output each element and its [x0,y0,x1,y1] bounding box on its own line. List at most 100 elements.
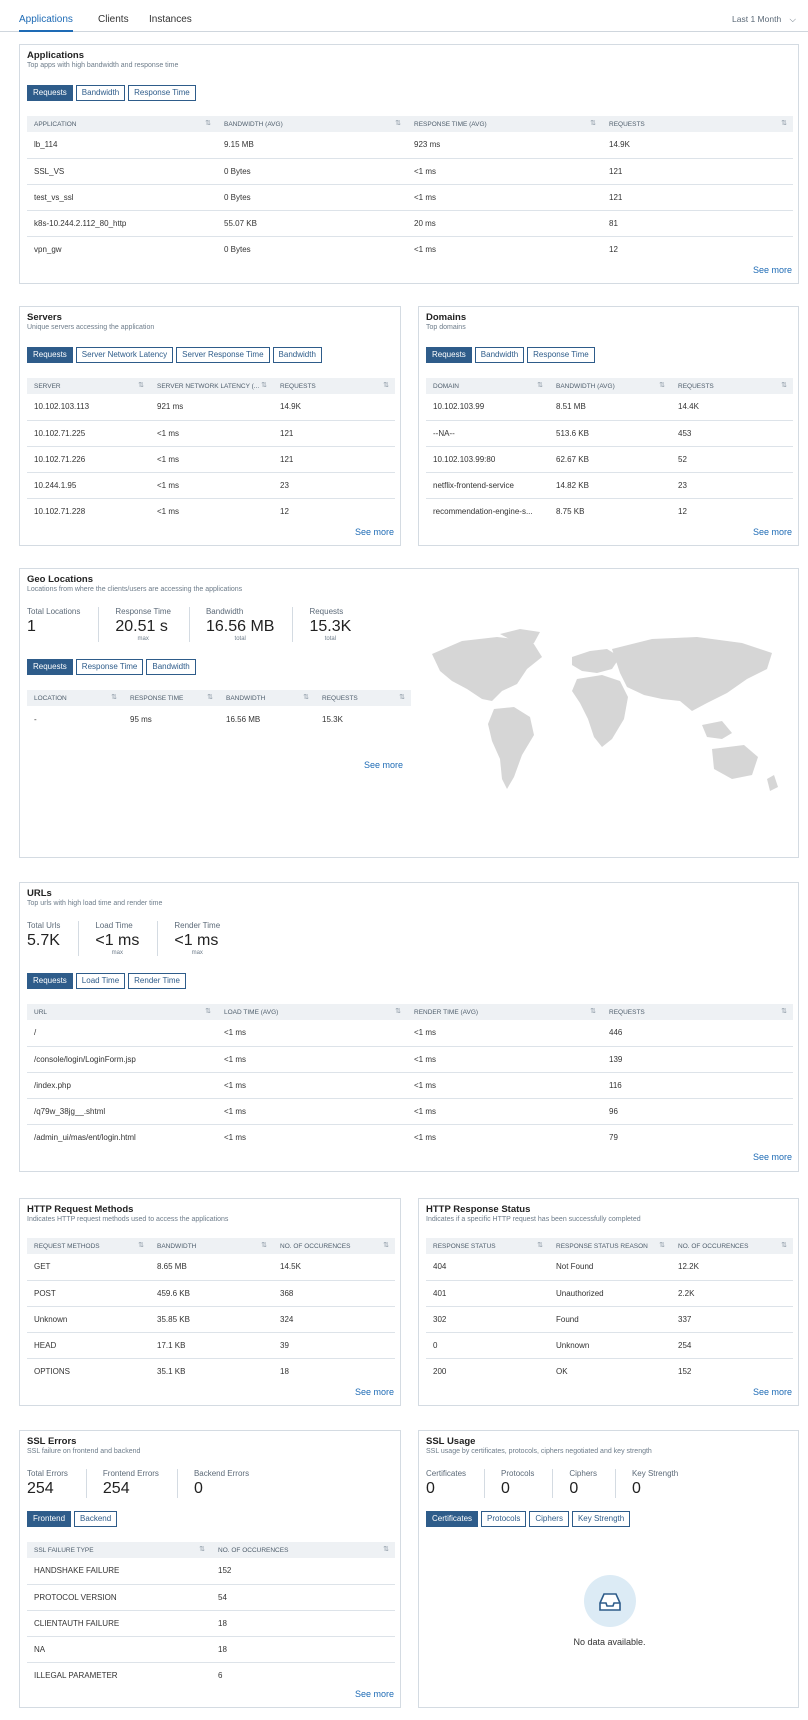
column-header-requests[interactable]: REQUESTS [602,116,793,132]
column-header-no-of-occurences[interactable]: NO. OF OCCURENCES [211,1542,395,1558]
column-header-response-time[interactable]: RESPONSE TIME [123,690,219,706]
table-row[interactable]: 10.102.71.225 <1 ms 121 [27,420,395,447]
backend-button[interactable]: Backend [74,1511,118,1527]
table-row[interactable]: NA 18 [27,1636,395,1663]
column-header-render-time-avg[interactable]: RENDER TIME (AVG) [407,1004,602,1020]
table-row[interactable]: k8s-10.244.2.112_80_http 55.07 KB 20 ms 81 [27,210,793,237]
column-header-location[interactable]: LOCATION [27,690,123,706]
column-header-bandwidth-avg[interactable]: BANDWIDTH (AVG) [549,378,671,394]
see-more-link[interactable]: See more [355,527,394,537]
column-header-url[interactable]: URL [27,1004,217,1020]
column-header-application[interactable]: APPLICATION [27,116,217,132]
see-more-link[interactable]: See more [364,760,403,770]
ciphers-button[interactable]: Ciphers [529,1511,569,1527]
table-row[interactable]: /q79w_38jg__.shtml <1 ms <1 ms 96 [27,1098,793,1125]
table-row[interactable]: /index.php <1 ms <1 ms 116 [27,1072,793,1099]
table-row[interactable]: lb_114 9.15 MB 923 ms 14.9K [27,132,793,159]
table-row[interactable]: 302 Found 337 [426,1306,793,1333]
table-row[interactable]: HEAD 17.1 KB 39 [27,1332,395,1359]
column-header-requests[interactable]: REQUESTS [273,378,395,394]
server-response-time-button[interactable]: Server Response Time [176,347,270,363]
table-row[interactable]: test_vs_ssl 0 Bytes <1 ms 121 [27,184,793,211]
key-strength-button[interactable]: Key Strength [571,1511,631,1527]
render-time-button[interactable]: Render Time [128,973,186,989]
table-row[interactable]: 10.102.71.226 <1 ms 121 [27,446,395,473]
column-header-request-methods[interactable]: REQUEST METHODS [27,1238,150,1254]
see-more-link[interactable]: See more [753,265,792,275]
column-header-bandwidth[interactable]: BANDWIDTH [219,690,315,706]
table-row[interactable]: /admin_ui/mas/ent/login.html <1 ms <1 ms 79 [27,1124,793,1150]
table-row[interactable]: CLIENTAUTH FAILURE 18 [27,1610,395,1637]
table-row[interactable]: - 95 ms 16.56 MB 15.3K [27,706,411,732]
protocols-button[interactable]: Protocols [481,1511,527,1527]
table-cell: 10.102.103.99:80 [426,446,549,473]
table-row[interactable]: 401 Unauthorized 2.2K [426,1280,793,1307]
bandwidth-button[interactable]: Bandwidth [75,85,126,101]
table-row[interactable]: PROTOCOL VERSION 54 [27,1584,395,1611]
column-header-load-time-avg[interactable]: LOAD TIME (AVG) [217,1004,407,1020]
column-header-ssl-failure-type[interactable]: SSL FAILURE TYPE [27,1542,211,1558]
response-time-button[interactable]: Response Time [527,347,595,363]
table-row[interactable]: 200 OK 152 [426,1358,793,1384]
column-header-bandwidth-avg[interactable]: BANDWIDTH (AVG) [217,116,407,132]
table-cell: 39 [273,1332,395,1359]
bandwidth-button[interactable]: Bandwidth [146,659,196,675]
table-row[interactable]: POST 459.6 KB 368 [27,1280,395,1307]
bandwidth-button[interactable]: Bandwidth [474,347,525,363]
map-landmass [432,629,778,791]
requests-button[interactable]: Requests [27,973,73,989]
requests-button[interactable]: Requests [27,85,73,101]
server-network-latency-button[interactable]: Server Network Latency [75,347,174,363]
certificates-button[interactable]: Certificates [426,1511,479,1527]
column-header-requests[interactable]: REQUESTS [671,378,793,394]
bandwidth-button[interactable]: Bandwidth [272,347,322,363]
see-more-link[interactable]: See more [753,1152,792,1162]
table-row[interactable]: 10.102.103.99 8.51 MB 14.4K [426,394,793,421]
tab-instances[interactable]: Instances [149,14,192,25]
column-header-server[interactable]: SERVER [27,378,150,394]
response-time-button[interactable]: Response Time [128,85,196,101]
table-row[interactable]: OPTIONS 35.1 KB 18 [27,1358,395,1384]
table-row[interactable]: SSL_VS 0 Bytes <1 ms 121 [27,158,793,185]
requests-button[interactable]: Requests [27,347,73,363]
table-row[interactable]: 404 Not Found 12.2K [426,1254,793,1281]
table-row[interactable]: --NA-- 513.6 KB 453 [426,420,793,447]
table-row[interactable]: /console/login/LoginForm.jsp <1 ms <1 ms 13… [27,1046,793,1073]
see-more-link[interactable]: See more [355,1689,394,1699]
table-row[interactable]: 10.102.103.99:80 62.67 KB 52 [426,446,793,473]
column-header-bandwidth[interactable]: BANDWIDTH [150,1238,273,1254]
table-row[interactable]: 10.244.1.95 <1 ms 23 [27,472,395,499]
response-time-button[interactable]: Response Time [75,659,144,675]
see-more-link[interactable]: See more [355,1387,394,1397]
table-cell: 35.1 KB [157,1366,186,1376]
column-header-no-of-occurences[interactable]: NO. OF OCCURENCES [273,1238,395,1254]
tab-applications[interactable]: Applications [19,14,73,32]
column-header-response-status-reason[interactable]: RESPONSE STATUS REASON [549,1238,671,1254]
time-period-dropdown[interactable]: Last 1 Month ⌵ [732,14,796,25]
load-time-button[interactable]: Load Time [75,973,126,989]
table-row[interactable]: / <1 ms <1 ms 446 [27,1020,793,1047]
table-row[interactable]: 10.102.103.113 921 ms 14.9K [27,394,395,421]
table-row[interactable]: GET 8.65 MB 14.5K [27,1254,395,1281]
column-header-requests[interactable]: REQUESTS [602,1004,793,1020]
requests-button[interactable]: Requests [426,347,472,363]
see-more-link[interactable]: See more [753,527,792,537]
column-header-no-of-occurences[interactable]: NO. OF OCCURENCES [671,1238,793,1254]
requests-button[interactable]: Requests [27,659,73,675]
tab-clients[interactable]: Clients [98,14,129,25]
column-header-response-status[interactable]: RESPONSE STATUS [426,1238,549,1254]
table-row[interactable]: 10.102.71.228 <1 ms 12 [27,498,395,524]
column-header-domain[interactable]: DOMAIN [426,378,549,394]
column-header-response-time-avg[interactable]: RESPONSE TIME (AVG) [407,116,602,132]
column-header-server-network-latency[interactable]: SERVER NETWORK LATENCY (... [150,378,273,394]
column-header-requests[interactable]: REQUESTS [315,690,411,706]
table-row[interactable]: vpn_gw 0 Bytes <1 ms 12 [27,236,793,262]
see-more-link[interactable]: See more [753,1387,792,1397]
table-row[interactable]: ILLEGAL PARAMETER 6 [27,1662,395,1688]
table-row[interactable]: Unknown 35.85 KB 324 [27,1306,395,1333]
frontend-button[interactable]: Frontend [27,1511,72,1527]
table-row[interactable]: HANDSHAKE FAILURE 152 [27,1558,395,1585]
table-row[interactable]: 0 Unknown 254 [426,1332,793,1359]
table-row[interactable]: recommendation-engine-s... 8.75 KB 12 [426,498,793,524]
table-row[interactable]: netflix-frontend-service 14.82 KB 23 [426,472,793,499]
